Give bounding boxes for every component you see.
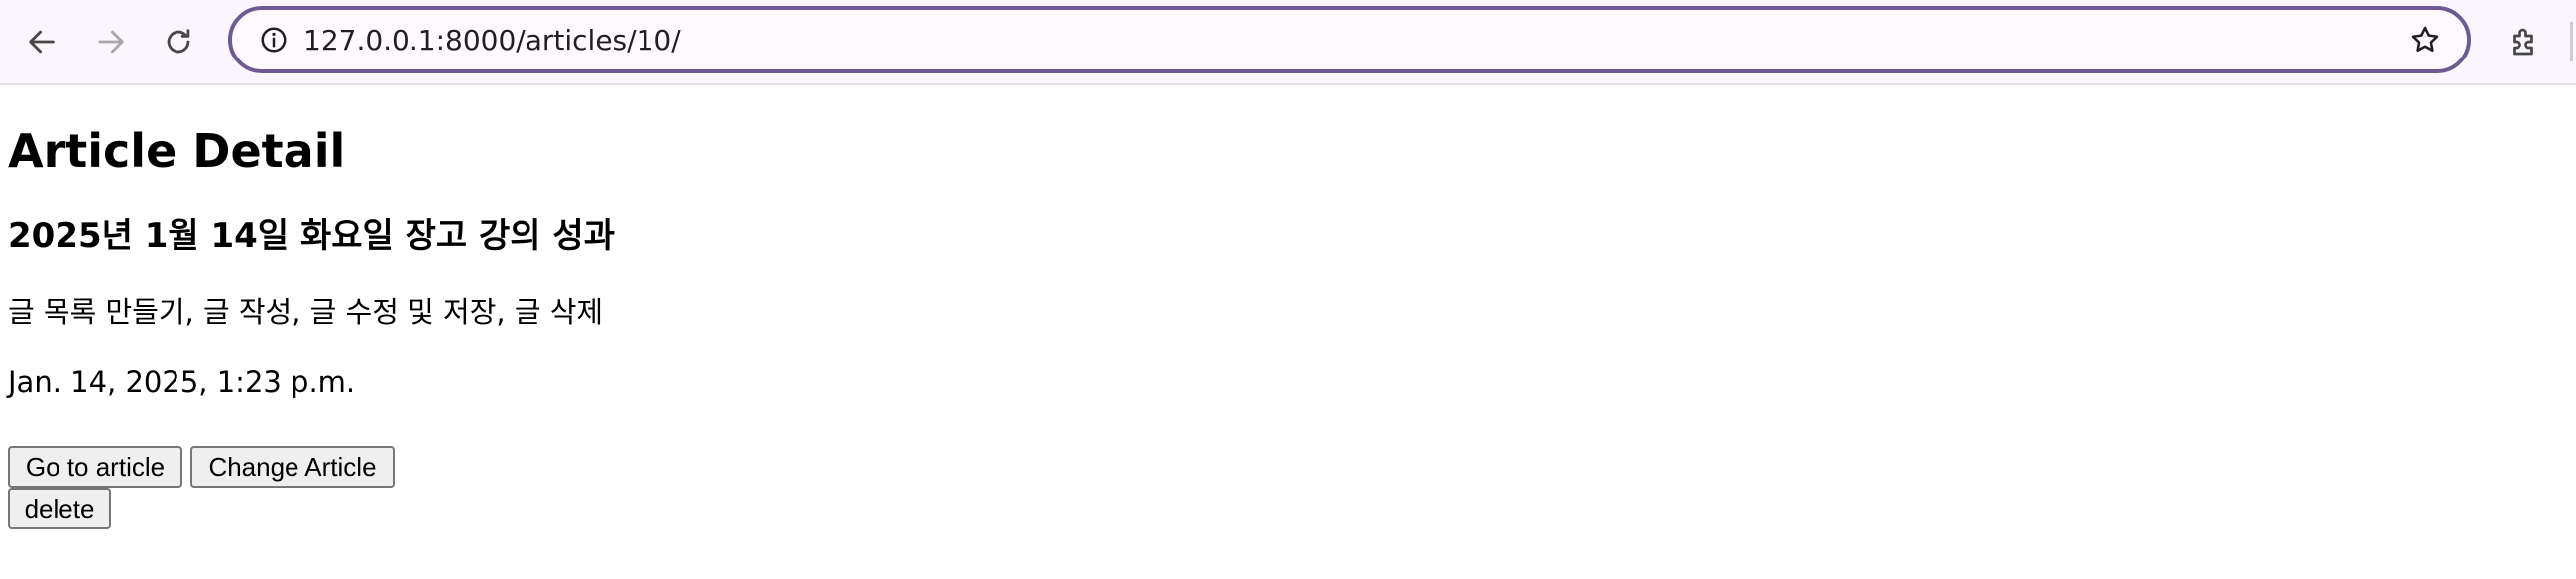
back-button[interactable]	[14, 14, 69, 69]
page-title: Article Detail	[8, 124, 346, 177]
url-text[interactable]: 127.0.0.1:8000/articles/10/	[303, 24, 681, 58]
info-icon[interactable]	[252, 18, 295, 61]
browser-toolbar: 127.0.0.1:8000/articles/10/	[0, 0, 2576, 85]
toolbar-edge-divider	[2570, 22, 2573, 61]
reload-icon	[167, 29, 190, 54]
extensions-button[interactable]	[2497, 14, 2552, 69]
arrow-right-icon	[98, 30, 124, 54]
delete-button[interactable]: delete	[8, 488, 111, 529]
go-to-article-button[interactable]: Go to article	[8, 446, 182, 488]
change-article-button[interactable]: Change Article	[190, 446, 395, 488]
article-content: 글 목록 만들기, 글 작성, 글 수정 및 저장, 글 삭제	[8, 295, 604, 329]
address-bar[interactable]: 127.0.0.1:8000/articles/10/	[228, 6, 2471, 73]
reload-button[interactable]	[151, 14, 206, 69]
arrow-left-icon	[29, 30, 55, 54]
article-title: 2025년 1월 14일 화요일 장고 강의 성과	[8, 216, 615, 256]
article-created-at: Jan. 14, 2025, 1:23 p.m.	[8, 365, 356, 399]
forward-button[interactable]	[83, 14, 139, 69]
puzzle-icon	[2513, 28, 2533, 56]
star-icon[interactable]	[2403, 18, 2447, 61]
